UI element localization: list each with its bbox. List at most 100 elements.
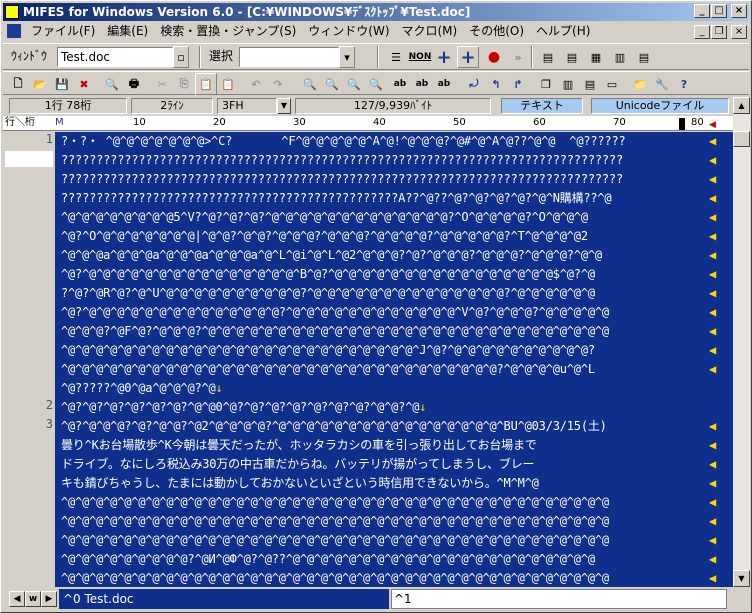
tab-empty[interactable]: ^1 [391, 589, 727, 609]
layout-5-icon[interactable]: ▤ [633, 46, 655, 68]
layout-4-icon[interactable]: ▥ [609, 46, 631, 68]
layout-1-icon[interactable]: ▤ [537, 46, 559, 68]
document-icon[interactable] [7, 24, 21, 38]
undo-icon[interactable]: ↶ [245, 73, 267, 95]
paste-special-icon[interactable]: 📋 [217, 73, 239, 95]
open-folder-icon[interactable]: 📂 [29, 73, 51, 95]
editor-line[interactable]: ^@?^@^@^@^@^@^@^@^@^@^@^@^@^@^@?^@^@^@^@… [61, 303, 716, 322]
layout-3-icon[interactable]: ▦ [585, 46, 607, 68]
doc-minimize-button[interactable]: _ [694, 25, 710, 39]
tab-test-doc[interactable]: ^0 Test.doc [59, 589, 389, 609]
redo-icon[interactable]: ↷ [267, 73, 289, 95]
menu-file[interactable]: ファイル(F) [25, 22, 101, 41]
close-button[interactable]: × [731, 4, 747, 18]
folder-settings-icon[interactable]: 📁 [629, 73, 651, 95]
replace-next-icon[interactable]: ab [411, 73, 433, 95]
window-split-icon[interactable]: ▭ [601, 73, 623, 95]
help-icon[interactable]: ? [673, 73, 695, 95]
editor-line[interactable]: ^@^@^@^@^@^@^@^@^@^@^@^@^@^@^@^@^@^@^@^@… [61, 531, 716, 550]
preview-icon[interactable]: 🔍 [101, 73, 123, 95]
editor-line[interactable]: ^@?^@^@^@?^@?^@^@?^@2^@^@^@^@?^@^@^@^@^@… [61, 417, 716, 436]
editor-line[interactable]: ????????????????????????????????????????… [61, 170, 716, 189]
window-tile-v-icon[interactable]: ▤ [579, 73, 601, 95]
find-icon[interactable]: 🔍 [299, 73, 321, 95]
vertical-scrollbar[interactable]: ▲ ▼ [733, 97, 750, 587]
select-combo[interactable] [239, 47, 339, 67]
save-icon[interactable]: 💾 [51, 73, 73, 95]
maximize-button[interactable]: □ [711, 4, 727, 18]
replace-all-icon[interactable]: ab [433, 73, 455, 95]
menu-window[interactable]: ウィンドウ(W) [302, 22, 395, 41]
find-prev-icon[interactable]: 🔍 [343, 73, 365, 95]
window-combo[interactable]: Test.doc [57, 47, 173, 67]
record-icon[interactable]: ● [483, 46, 505, 68]
editor-line[interactable]: ^@^@^@^@^@^@^@^@^@^@^@^@^@^@^@^@^@^@^@^@… [61, 360, 716, 379]
menu-other[interactable]: その他(O) [463, 22, 530, 41]
fh-panel[interactable]: 3FH [217, 98, 277, 114]
new-file-icon[interactable]: 🗋 [7, 73, 29, 95]
scroll-down-icon[interactable]: ▼ [733, 570, 750, 587]
select-dropdown-icon[interactable]: ▾ [339, 46, 355, 68]
play-icon[interactable]: » [507, 46, 529, 68]
text-editor[interactable]: ?・?・ ^@^@^@^@^@^@^@>^C? ^F^@^@^@^@^@^A^@… [55, 132, 733, 587]
indent-icon[interactable]: ☰ [385, 46, 407, 68]
menu-macro[interactable]: マクロ(M) [396, 22, 464, 41]
editor-line[interactable]: ドライブ。なにしろ税込み30万の中古車だからね。バッテリが揚がってしまうし、ブレ… [61, 455, 716, 474]
tools-icon[interactable]: 🔧 [651, 73, 673, 95]
editor-line[interactable]: 曇り^Kお台場散歩^K今朝は曇天だったが、ホッタラカシの車を引っ張り出してお台場… [61, 436, 716, 455]
scroll-thumb[interactable] [733, 131, 750, 147]
mode-panel[interactable]: テキスト [501, 98, 583, 114]
tab-first-icon[interactable]: ◀ [9, 591, 25, 607]
window-tile-h-icon[interactable]: ▥ [557, 73, 579, 95]
fh-dropdown-icon[interactable]: ▼ [277, 98, 291, 114]
jump-back-icon[interactable]: ↰ [485, 73, 507, 95]
jump-icon[interactable]: ⤾ [463, 73, 485, 95]
editor-line[interactable]: ^@^@^@^@^@^@^@^@5^V?^@?^@?^@?^@^@^@^@^@^… [61, 208, 716, 227]
editor-line[interactable]: ^@^@^@a^@^@^@a^@^@^@a^@^@^@a^@^L^@i^@^L^… [61, 246, 716, 265]
jump-forward-icon[interactable]: ↱ [507, 73, 529, 95]
editor-line[interactable]: ^@^@^@^@^@^@^@^@^@?^@И^@Ф^@?^@??^@^@^@^@… [61, 550, 716, 569]
non-button[interactable]: NON [409, 46, 432, 68]
minimize-button[interactable]: _ [694, 4, 710, 18]
editor-line[interactable]: ????????????????????????????????????????… [61, 151, 716, 170]
window-drop-icon[interactable]: ▫ [173, 46, 189, 68]
menu-edit[interactable]: 編集(E) [101, 22, 154, 41]
menu-help[interactable]: ヘルプ(H) [530, 22, 596, 41]
editor-line[interactable]: ?・?・ ^@^@^@^@^@^@^@>^C? ^F^@^@^@^@^@^A^@… [61, 132, 716, 151]
replace-icon[interactable]: ab [389, 73, 411, 95]
scroll-up-icon[interactable]: ▲ [733, 97, 750, 114]
doc-restore-button[interactable]: ❐ [711, 25, 727, 39]
cut-icon[interactable]: ✂ [151, 73, 173, 95]
editor-line[interactable]: ^@^@^@?^@F^@?^@^@^@?^@^@^@^@^@^@^@^@^@^@… [61, 322, 716, 341]
editor-line[interactable]: ^@^@^@^@^@^@^@^@^@^@^@^@^@^@^@^@^@^@^@^@… [61, 341, 716, 360]
editor-line[interactable]: ????????????????????????????????????????… [61, 189, 716, 208]
title-bar[interactable]: MIFES for Windows Version 6.0 - [C:¥WIND… [3, 3, 749, 21]
copy-icon[interactable]: ⎘ [173, 73, 195, 95]
tab-next-icon[interactable]: ▶ [41, 591, 57, 607]
editor-line[interactable]: ^@?^@^@^@^@^@^@^@^@^@^@^@^@^@^@^@^B^@?^@… [61, 265, 716, 284]
editor-line[interactable]: キも錆びちゃうし、たまには動かしておかないといざという時信用できないから。^M^… [61, 474, 716, 493]
editor-line-text: ^@^@^@^@^@^@^@^@^@^@^@^@^@^@^@^@^@^@^@^@… [61, 571, 609, 585]
editor-line[interactable]: ^@?????^@0^@a^@^@^@?^@↓ [61, 379, 223, 398]
print-icon[interactable]: 🖶 [123, 73, 145, 95]
editor-line[interactable]: ^@^@^@^@^@^@^@^@^@^@^@^@^@^@^@^@^@^@^@^@… [61, 569, 716, 587]
layout-2-icon[interactable]: ▤ [561, 46, 583, 68]
editor-line[interactable]: ^@?^O^@^@^@^@^@^@^@|^@^@?^@^@?^@^@^@?^@^… [61, 227, 716, 246]
tab-list-icon[interactable]: w [25, 591, 41, 607]
window-cascade-icon[interactable]: ❐ [535, 73, 557, 95]
menu-search[interactable]: 検索・置換・ジャンプ(S) [154, 22, 302, 41]
editor-line[interactable]: ^@^@^@^@^@^@^@^@^@^@^@^@^@^@^@^@^@^@^@^@… [61, 512, 716, 531]
cross-icon[interactable]: + [457, 46, 479, 68]
paste-icon[interactable]: 📋 [195, 73, 217, 95]
editor-line[interactable]: ^@?^@?^@?^@?^@?^@?^@^@0^@?^@?^@?^@?^@?^@… [61, 398, 426, 417]
find-next-icon[interactable]: 🔍 [321, 73, 343, 95]
find-all-icon[interactable]: 🔍 [365, 73, 387, 95]
close-file-icon[interactable]: ✖ [73, 73, 95, 95]
editor-line[interactable]: ?^@?^@R^@?^@^U^@^@^@^@^@^@^@^@^@^@?^@^@^… [61, 284, 716, 303]
app-icon[interactable] [5, 5, 19, 19]
add-icon[interactable]: + [433, 46, 455, 68]
editor-line[interactable]: ^@^@^@^@^@^@^@^@^@^@^@^@^@^@^@^@^@^@^@^@… [61, 493, 716, 512]
encoding-panel[interactable]: Unicodeファイル [591, 98, 729, 114]
doc-close-button[interactable]: × [731, 25, 747, 39]
line-number-gutter[interactable]: 1 2 3 [3, 132, 55, 587]
